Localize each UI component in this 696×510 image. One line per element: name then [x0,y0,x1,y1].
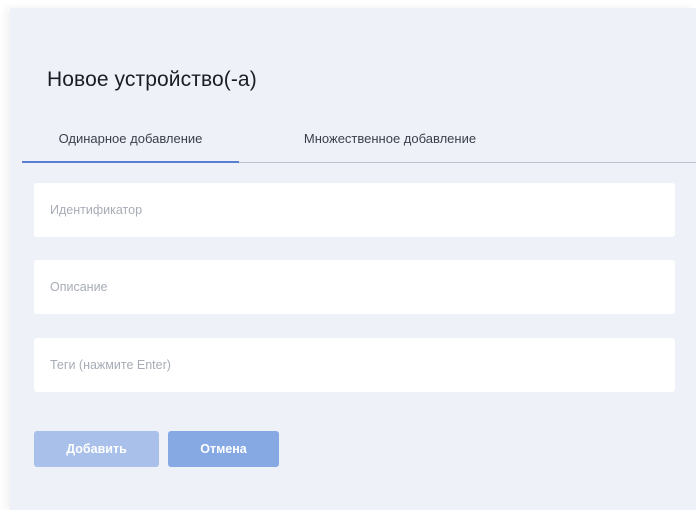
tags-input[interactable] [34,338,675,392]
description-input[interactable] [34,260,675,314]
add-button[interactable]: Добавить [34,431,159,467]
add-mode-tabs: Одинарное добавление Множественное добав… [22,121,696,163]
tab-multiple-add-label: Множественное добавление [303,131,477,146]
cancel-button[interactable]: Отмена [168,431,279,467]
active-tab-indicator [22,161,239,163]
tab-single-add-label: Одинарное добавление [58,131,203,146]
tab-single-add[interactable]: Одинарное добавление [22,121,239,163]
identifier-field-container [34,183,675,237]
page: Новое устройство(-а) Одинарное добавлени… [0,0,696,510]
tab-multiple-add[interactable]: Множественное добавление [272,121,508,162]
identifier-input[interactable] [34,183,675,237]
dialog-title: Новое устройство(-а) [47,68,257,91]
description-field-container [34,260,675,314]
new-device-dialog: Новое устройство(-а) Одинарное добавлени… [10,8,696,510]
tags-field-container [34,338,675,392]
